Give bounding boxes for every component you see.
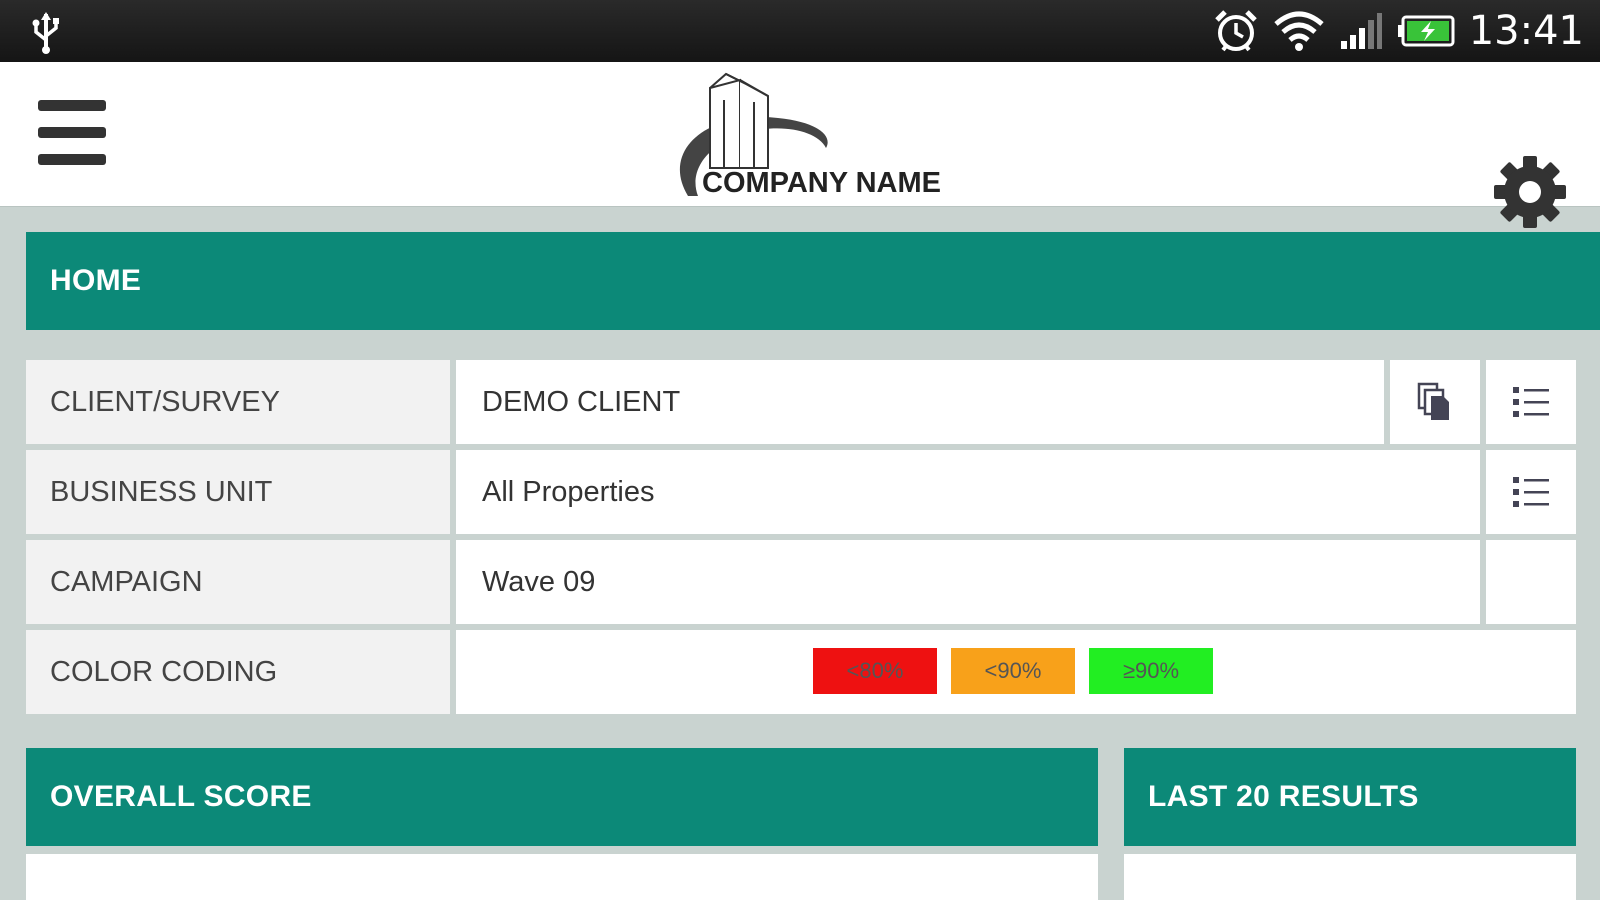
business-unit-value[interactable]: All Properties: [456, 450, 1480, 534]
color-chip-below-80: <80%: [813, 648, 937, 694]
client-survey-label-cell: CLIENT/SURVEY: [26, 360, 450, 444]
copy-button[interactable]: [1390, 360, 1480, 444]
list-icon: [1513, 477, 1549, 507]
copy-icon: [1417, 382, 1449, 420]
overall-score-panel: [26, 854, 1098, 900]
client-survey-value[interactable]: DEMO CLIENT: [456, 360, 1384, 444]
overall-score-header: OVERALL SCORE: [26, 748, 1098, 846]
alarm-icon: [1214, 10, 1257, 52]
color-chip-below-90: <90%: [951, 648, 1075, 694]
last-results-title: LAST 20 RESULTS: [1148, 780, 1419, 813]
app-header: COMPANY NAME: [0, 62, 1600, 228]
company-name: COMPANY NAME: [702, 167, 941, 199]
business-unit-list-button[interactable]: [1486, 450, 1576, 534]
signal-icon: [1340, 13, 1382, 49]
status-clock: 13:41: [1468, 8, 1584, 54]
list-icon: [1513, 387, 1549, 417]
campaign-label: CAMPAIGN: [50, 565, 203, 598]
client-survey-label: CLIENT/SURVEY: [50, 385, 280, 418]
client-survey-value-text: DEMO CLIENT: [482, 385, 681, 418]
table-row: COLOR CODING: [26, 630, 1576, 714]
color-coding-label: COLOR CODING: [50, 655, 278, 688]
table-row: CAMPAIGN Wave 09: [26, 540, 1576, 624]
color-chip-above-90: ≥90%: [1089, 648, 1213, 694]
client-list-button[interactable]: [1486, 360, 1576, 444]
business-unit-label: BUSINESS UNIT: [50, 475, 273, 508]
menu-icon[interactable]: [38, 100, 108, 170]
overall-score-title: OVERALL SCORE: [50, 780, 312, 813]
wifi-icon: [1274, 11, 1324, 51]
settings-gear-icon[interactable]: [1492, 154, 1568, 230]
campaign-value[interactable]: Wave 09: [456, 540, 1480, 624]
last-results-panel: [1124, 854, 1576, 900]
usb-icon: [32, 12, 59, 54]
color-coding-label-cell: COLOR CODING: [26, 630, 450, 714]
battery-charging-icon: [1397, 15, 1455, 47]
campaign-label-cell: CAMPAIGN: [26, 540, 450, 624]
table-row: BUSINESS UNIT All Properties: [26, 450, 1576, 534]
last-results-header: LAST 20 RESULTS: [1124, 748, 1576, 846]
home-section-header: HOME: [26, 232, 1600, 330]
home-title: HOME: [50, 264, 142, 297]
campaign-value-text: Wave 09: [482, 565, 596, 598]
business-unit-value-text: All Properties: [482, 475, 655, 508]
campaign-empty-cell: [1486, 540, 1576, 624]
table-row: CLIENT/SURVEY DEMO CLIENT: [26, 360, 1576, 444]
business-unit-label-cell: BUSINESS UNIT: [26, 450, 450, 534]
status-bar: 13:41: [0, 0, 1600, 62]
